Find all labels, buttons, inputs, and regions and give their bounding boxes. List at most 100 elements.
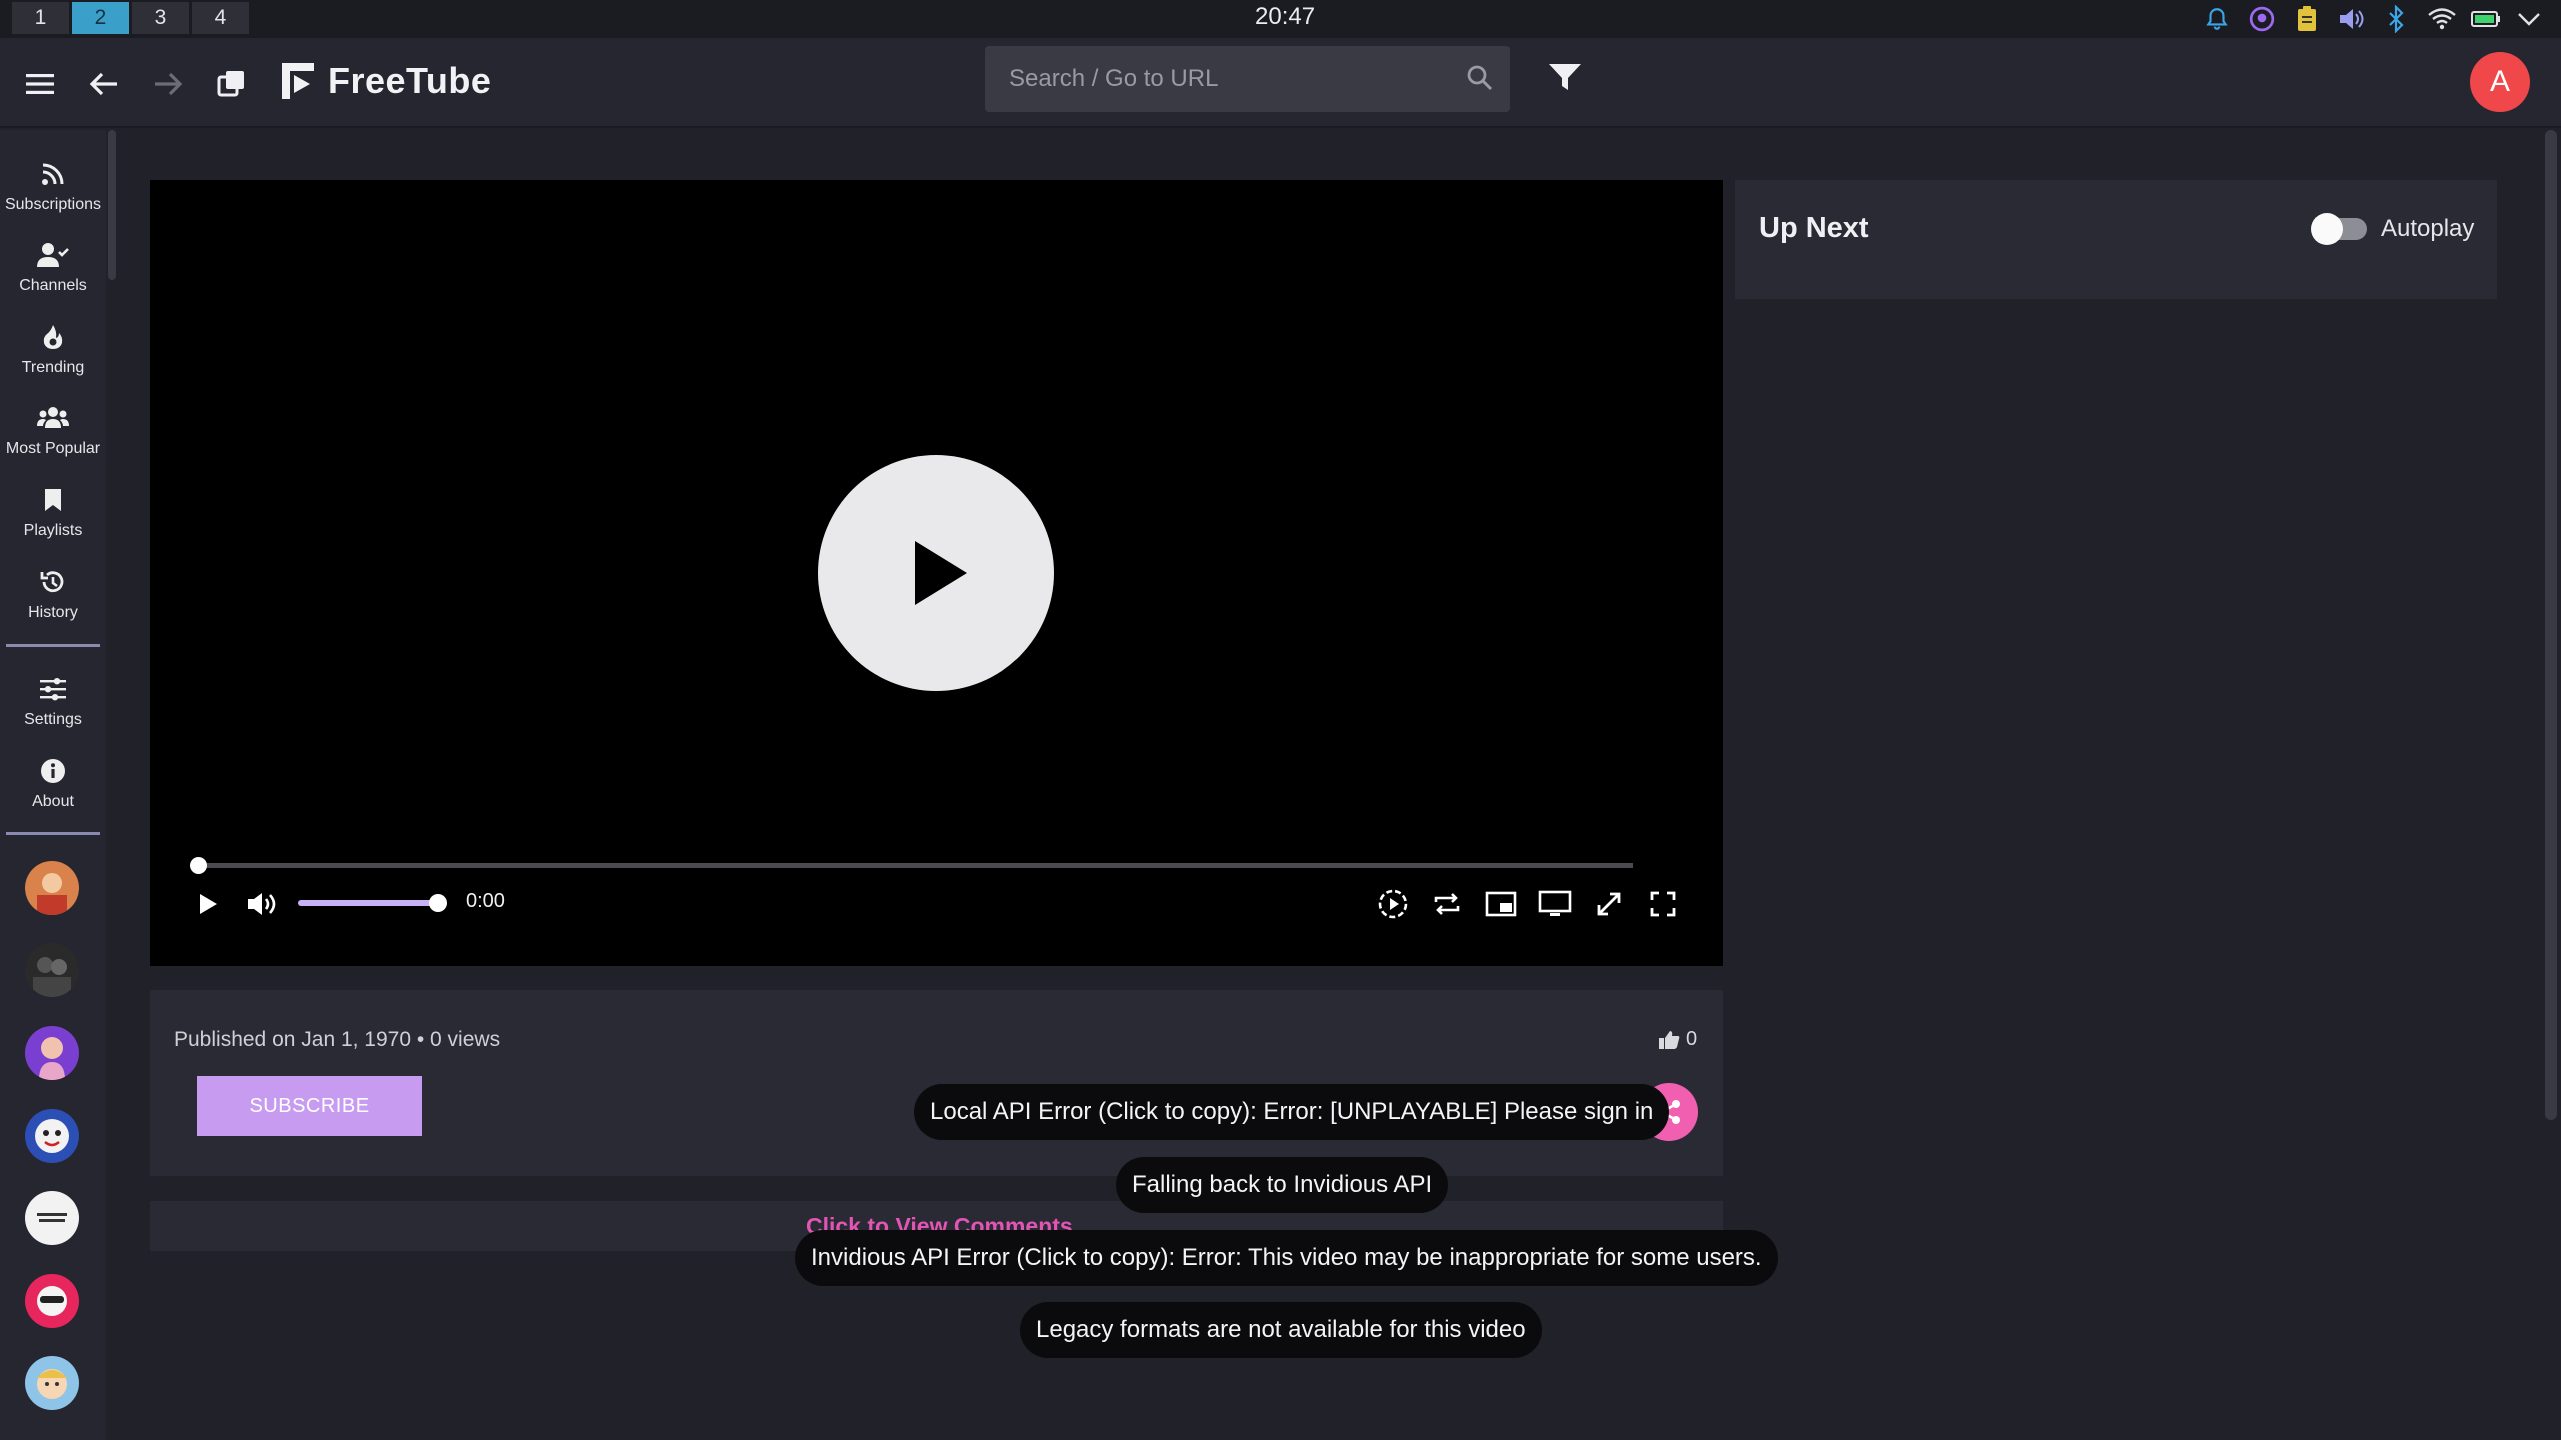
history-icon <box>40 564 66 600</box>
search-input[interactable] <box>985 46 1445 112</box>
bookmark-icon <box>44 482 62 518</box>
channel-avatar[interactable] <box>25 1274 79 1328</box>
volume-handle[interactable] <box>429 894 447 912</box>
expand-button[interactable] <box>1589 884 1629 924</box>
published-date: Published on Jan 1, 1970 • 0 views <box>174 1028 501 1051</box>
toast-fallback-invidious[interactable]: Falling back to Invidious API <box>1116 1157 1449 1213</box>
sidebar-item-channels[interactable]: Channels <box>0 231 106 311</box>
sidebar-item-label: Most Popular <box>5 440 101 457</box>
freetube-logo-icon <box>282 63 314 99</box>
users-icon <box>37 400 69 436</box>
sidebar-item-playlists[interactable]: Playlists <box>0 476 106 556</box>
info-icon <box>40 753 66 789</box>
toast-local-api-error[interactable]: Local API Error (Click to copy): Error: … <box>914 1084 1670 1140</box>
sidebar-item-settings[interactable]: Settings <box>0 665 106 745</box>
sidebar-item-subscriptions[interactable]: Subscriptions <box>0 150 106 230</box>
search-icon[interactable] <box>1466 64 1494 92</box>
menu-button[interactable] <box>18 62 62 106</box>
channel-avatar[interactable] <box>25 943 79 997</box>
workspace-3-button[interactable]: 3 <box>132 2 189 34</box>
sidebar: Subscriptions Channels Trending Most Pop… <box>0 130 106 1440</box>
channel-avatar[interactable] <box>25 1026 79 1080</box>
sidebar-item-label: Settings <box>24 711 82 728</box>
battery-icon[interactable] <box>2470 3 2502 35</box>
bluetooth-icon[interactable] <box>2380 3 2412 35</box>
volume-icon <box>248 893 276 915</box>
fullscreen-button[interactable] <box>1643 884 1683 924</box>
play-button[interactable] <box>188 884 228 924</box>
user-check-icon <box>37 237 69 273</box>
sidebar-divider <box>6 644 100 647</box>
os-top-bar: 1 2 3 4 20:47 <box>0 0 2561 38</box>
copy-window-icon <box>217 71 244 97</box>
sidebar-item-label: Trending <box>21 359 85 376</box>
playback-speed-button[interactable] <box>1373 884 1413 924</box>
autoplay-toggle-knob[interactable] <box>2311 213 2343 245</box>
sidebar-scrollbar[interactable] <box>108 130 116 280</box>
sidebar-item-label: History <box>28 604 78 621</box>
notification-bell-icon[interactable] <box>2201 3 2233 35</box>
channel-avatar[interactable] <box>25 1356 79 1410</box>
toast-legacy-formats[interactable]: Legacy formats are not available for thi… <box>1020 1302 1542 1358</box>
back-button[interactable] <box>82 62 126 106</box>
big-play-button[interactable] <box>818 455 1054 691</box>
arrow-right-icon <box>155 72 183 96</box>
sidebar-item-trending[interactable]: Trending <box>0 313 106 393</box>
channel-avatar[interactable] <box>25 1191 79 1245</box>
sidebar-divider <box>6 832 100 835</box>
workspace-1-button[interactable]: 1 <box>12 2 69 34</box>
wifi-icon[interactable] <box>2426 3 2458 35</box>
clipboard-icon[interactable] <box>2291 3 2323 35</box>
theatre-mode-button[interactable] <box>1535 884 1575 924</box>
app-top-nav: FreeTube A <box>0 38 2561 128</box>
vpn-icon[interactable] <box>2246 3 2278 35</box>
video-info-panel: Published on Jan 1, 1970 • 0 views SUBSC… <box>150 990 1723 1176</box>
channel-avatar[interactable] <box>25 1109 79 1163</box>
play-icon <box>200 894 217 914</box>
chevron-down-icon[interactable] <box>2513 3 2545 35</box>
page-scrollbar[interactable] <box>2545 130 2557 1120</box>
progress-handle[interactable] <box>190 857 207 874</box>
subscribe-button[interactable]: SUBSCRIBE <box>197 1076 422 1136</box>
fullscreen-icon <box>1650 891 1676 917</box>
profile-avatar[interactable]: A <box>2470 52 2530 112</box>
sidebar-item-history[interactable]: History <box>0 558 106 638</box>
sidebar-item-label: Subscriptions <box>4 196 102 213</box>
video-player[interactable]: 0:00 <box>150 180 1723 966</box>
up-next-panel: Up Next Autoplay <box>1735 180 2497 299</box>
freetube-logo[interactable]: FreeTube <box>280 60 491 102</box>
progress-bar[interactable] <box>198 863 1633 868</box>
sidebar-item-about[interactable]: About <box>0 747 106 827</box>
speed-icon <box>1378 889 1408 919</box>
autoplay-label: Autoplay <box>2381 215 2475 242</box>
volume-tray-icon[interactable] <box>2335 3 2367 35</box>
channel-avatar[interactable] <box>25 861 79 915</box>
arrow-left-icon <box>89 72 117 96</box>
sidebar-item-label: Channels <box>19 277 87 294</box>
workspace-2-button[interactable]: 2 <box>72 2 129 34</box>
play-icon <box>915 541 967 605</box>
workspace-4-button[interactable]: 4 <box>192 2 249 34</box>
sidebar-item-label: About <box>32 793 74 810</box>
toast-invidious-api-error[interactable]: Invidious API Error (Click to copy): Err… <box>795 1230 1778 1286</box>
volume-slider[interactable] <box>298 900 438 906</box>
sliders-icon <box>40 671 66 707</box>
new-window-button[interactable] <box>210 62 254 106</box>
time-display: 0:00 <box>466 890 505 912</box>
search-filter-button[interactable] <box>1548 62 1582 92</box>
forward-button[interactable] <box>146 62 190 106</box>
pip-icon <box>1485 891 1517 917</box>
thumbs-up-icon <box>1659 1030 1680 1049</box>
monitor-icon <box>1538 890 1572 916</box>
likes-count: 0 <box>1658 1028 1697 1051</box>
mute-button[interactable] <box>242 884 282 924</box>
picture-in-picture-button[interactable] <box>1481 884 1521 924</box>
loop-button[interactable] <box>1427 884 1467 924</box>
sidebar-item-most-popular[interactable]: Most Popular <box>0 394 106 474</box>
rss-icon <box>41 156 65 192</box>
app-name: FreeTube <box>328 60 492 101</box>
filter-icon <box>1549 64 1581 90</box>
loop-icon <box>1434 893 1460 915</box>
hamburger-icon <box>26 74 54 94</box>
fire-icon <box>42 319 64 355</box>
